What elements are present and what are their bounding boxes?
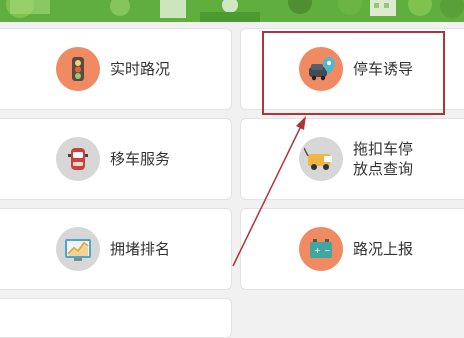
traffic-status-label: 实时路况	[109, 60, 170, 78]
traffic-light-icon	[55, 47, 100, 91]
congestion-ranking-label: 拥堵排名	[109, 240, 170, 258]
svg-text:+: +	[314, 246, 321, 255]
header-banner	[0, 0, 464, 22]
menu-item-move-car-service[interactable]: 移车服务	[0, 118, 232, 200]
map-pin-car-icon	[298, 47, 343, 91]
menu-item-partial[interactable]	[0, 298, 232, 338]
towed-car-lookup-label-line1: 拖扣车停	[352, 140, 413, 158]
menu-item-traffic-status[interactable]: 实时路况	[0, 28, 232, 110]
battery-icon: + −	[298, 227, 343, 271]
service-grid: 实时路况 停车诱导 移车服务 拖扣车停 放点查询 拥堵排名 + − 路况上报	[0, 22, 464, 338]
menu-item-parking-guidance[interactable]: 停车诱导	[240, 28, 464, 110]
car-icon	[55, 137, 100, 181]
menu-item-congestion-ranking[interactable]: 拥堵排名	[0, 208, 232, 290]
tow-truck-icon	[298, 137, 343, 181]
menu-item-road-report[interactable]: + − 路况上报	[240, 208, 464, 290]
parking-guidance-label: 停车诱导	[352, 60, 413, 78]
towed-car-lookup-label-line2: 放点查询	[352, 160, 413, 178]
banner-illustration	[0, 0, 464, 22]
towed-car-lookup-label-group: 拖扣车停 放点查询	[353, 139, 413, 179]
move-car-service-label: 移车服务	[109, 150, 170, 168]
chart-icon	[55, 227, 100, 271]
svg-text:−: −	[324, 246, 331, 255]
menu-item-towed-car-lookup[interactable]: 拖扣车停 放点查询	[240, 118, 464, 200]
road-report-label: 路况上报	[352, 240, 413, 258]
